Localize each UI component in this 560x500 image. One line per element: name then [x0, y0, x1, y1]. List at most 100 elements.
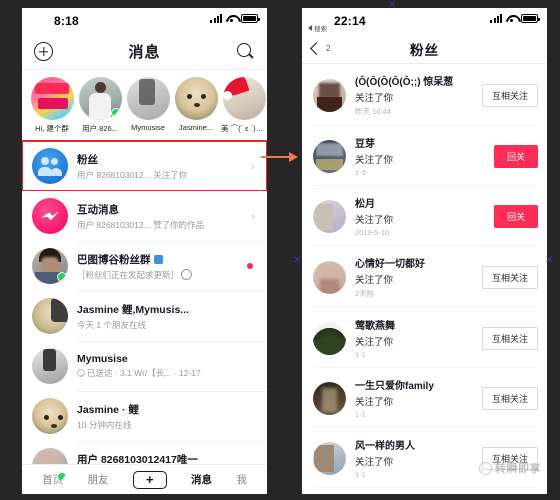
- fan-row[interactable]: 心情好一切都好 关注了你 2天前 互相关注: [302, 246, 547, 308]
- fan-action: 关注了你: [355, 215, 394, 226]
- group-badge-icon: [153, 254, 163, 264]
- dots-circle-icon: [479, 460, 492, 475]
- search-icon[interactable]: [236, 42, 255, 61]
- conversation-row-interactions[interactable]: 互动消息 用户 8268103012... 赞了你的作品 ›: [22, 191, 267, 241]
- mutual-follow-button[interactable]: 互相关注: [481, 326, 538, 350]
- annotation-mark-right: ✕: [545, 255, 554, 266]
- conversation-row[interactable]: Jasmine · 鲤 10 分钟内在线: [22, 391, 267, 441]
- fan-name: 风一样的男人: [355, 441, 415, 452]
- fans-list: (Ô(Ô(Ô(Ô(Ô;;) 惊呆葱 关注了你 昨天 10:44 互相关注 豆芽 …: [302, 64, 547, 494]
- conversation-subtitle: 10 分钟内在线: [77, 419, 132, 430]
- conversation-row-fans[interactable]: 粉丝 用户 8268103012... 关注了你 ›: [22, 140, 267, 192]
- story-item[interactable]: Jasmine...: [173, 77, 219, 134]
- conversation-row[interactable]: Mymusise 已送达 · 3.1 Wr/【长... · 12-17: [22, 341, 267, 391]
- avatar[interactable]: [313, 199, 346, 233]
- conversation-title: Jasmine 鲤,Mymusis...: [77, 303, 190, 316]
- conversation-subtitle: ［粉丝们正在发起求更新］: [77, 268, 238, 281]
- story-item[interactable]: 美 ⌒(ˊ ε ˋ)⌒ ...: [221, 77, 267, 134]
- story-row: Hi, 建个群 用户 826... Mymusise Jasmine... 美 …: [22, 70, 267, 141]
- fan-row[interactable]: 一生只爱你family 关注了你 1-1 互相关注: [302, 368, 547, 428]
- fan-name: 松月: [355, 199, 375, 210]
- story-label: Jasmine...: [178, 123, 214, 132]
- avatar[interactable]: [313, 441, 346, 475]
- online-dot: [110, 108, 121, 118]
- story-label: 美 ⌒(ˊ ε ˋ)⌒ ...: [221, 124, 267, 133]
- page-title: 消息: [128, 44, 161, 61]
- avatar: [32, 248, 68, 284]
- avatar[interactable]: [313, 139, 346, 173]
- avatar[interactable]: [313, 381, 346, 415]
- mutual-follow-button[interactable]: 互相关注: [481, 386, 538, 410]
- fans-navbar: 2 粉丝: [302, 34, 547, 64]
- fan-action: 关注了你: [355, 457, 394, 468]
- follow-back-button[interactable]: 回关: [493, 204, 538, 228]
- fan-row[interactable]: (Ô(Ô(Ô(Ô(Ô;;) 惊呆葱 关注了你 昨天 10:44 互相关注: [302, 64, 547, 126]
- mutual-follow-button[interactable]: 互相关注: [481, 83, 538, 107]
- fan-action: 关注了你: [355, 397, 394, 408]
- conversation-title-text: 巴图博谷粉丝群: [77, 253, 151, 266]
- back-count: 2: [326, 44, 331, 53]
- conversation-title: 巴图博谷粉丝群: [77, 252, 238, 267]
- fan-time: 1-1: [355, 470, 366, 479]
- annotation-mark-top: ✕: [388, 0, 397, 11]
- avatar: [174, 77, 218, 120]
- back-button[interactable]: 2: [310, 42, 331, 55]
- story-label: Mymusise: [131, 123, 165, 132]
- fan-row[interactable]: 松月 关注了你 2019-5-10 回关: [302, 186, 547, 246]
- return-to-search-link[interactable]: 搜索: [308, 23, 327, 33]
- fan-time: 1-1: [355, 350, 366, 359]
- fan-action: 关注了你: [355, 155, 394, 166]
- annotation-arrow: [261, 152, 301, 162]
- story-item[interactable]: Hi, 建个群: [29, 77, 75, 134]
- avatar: [222, 77, 266, 120]
- tab-friends[interactable]: 朋友: [87, 472, 108, 487]
- avatar[interactable]: [313, 321, 346, 355]
- avatar[interactable]: [313, 78, 346, 112]
- status-indicators: [490, 14, 540, 23]
- fan-name: 莺歌燕舞: [355, 321, 395, 332]
- avatar: [126, 77, 170, 120]
- status-bar-right: 22:14 搜索: [302, 8, 547, 34]
- fan-row[interactable]: 反派角色 关注了你 互相关注: [302, 488, 547, 494]
- story-item[interactable]: 用户 826...: [77, 77, 123, 134]
- avatar: [32, 398, 68, 434]
- screenshot-stage: 8:18 消息 Hi, 建个群 用户 826... Mymusise Jasmi…: [0, 0, 560, 500]
- signal-bars-icon: [490, 14, 502, 23]
- avatar: [32, 348, 68, 384]
- fan-row[interactable]: 豆芽 关注了你 1-3 回关: [302, 126, 547, 186]
- watermark-text: 转瞬即享: [495, 463, 541, 475]
- conversation-row-group[interactable]: 巴图博谷粉丝群 ［粉丝们正在发起求更新］: [22, 241, 267, 291]
- messages-navbar: 消息: [22, 34, 267, 70]
- fan-name: 一生只爱你family: [355, 381, 434, 392]
- plus-circle-icon[interactable]: [34, 42, 53, 61]
- status-time: 22:14: [334, 14, 366, 28]
- follow-back-button[interactable]: 回关: [493, 144, 538, 168]
- create-post-button[interactable]: +: [132, 470, 167, 489]
- back-triangle-icon: [308, 25, 312, 31]
- conversation-title: 粉丝: [77, 153, 98, 166]
- conversation-subtitle-text: 已送达 · 3.1 Wr/【长... · 12-17: [87, 368, 201, 378]
- fan-action: 关注了你: [355, 93, 394, 104]
- story-item[interactable]: Mymusise: [125, 77, 171, 134]
- fan-name: 心情好一切都好: [355, 259, 425, 270]
- fan-time: 1-3: [355, 168, 366, 177]
- fan-row[interactable]: 莺歌燕舞 关注了你 1-1 互相关注: [302, 308, 547, 368]
- mute-icon: [181, 268, 193, 280]
- fan-time: 1-1: [355, 410, 366, 419]
- fan-action: 关注了你: [355, 337, 394, 348]
- conversation-row[interactable]: Jasmine 鲤,Mymusis... 今天 1 个朋友在线: [22, 291, 267, 341]
- fan-action: 关注了你: [355, 275, 394, 286]
- fan-row[interactable]: 风一样的男人 关注了你 1-1 互相关注: [302, 428, 547, 488]
- tab-messages[interactable]: 消息: [191, 472, 212, 487]
- fan-name: (Ô(Ô(Ô(Ô(Ô;;) 惊呆葱: [355, 77, 454, 88]
- mutual-follow-button[interactable]: 互相关注: [481, 265, 538, 289]
- story-label: Hi, 建个群: [35, 124, 69, 133]
- avatar[interactable]: [313, 260, 346, 294]
- fan-time: 昨天 10:44: [355, 107, 391, 116]
- tab-me[interactable]: 我: [236, 472, 247, 487]
- chevron-right-icon: ›: [251, 209, 255, 223]
- chevron-left-icon: [310, 42, 323, 55]
- unread-dot: [247, 263, 253, 269]
- conversation-title: Jasmine · 鲤: [77, 403, 139, 416]
- signal-bars-icon: [210, 14, 222, 23]
